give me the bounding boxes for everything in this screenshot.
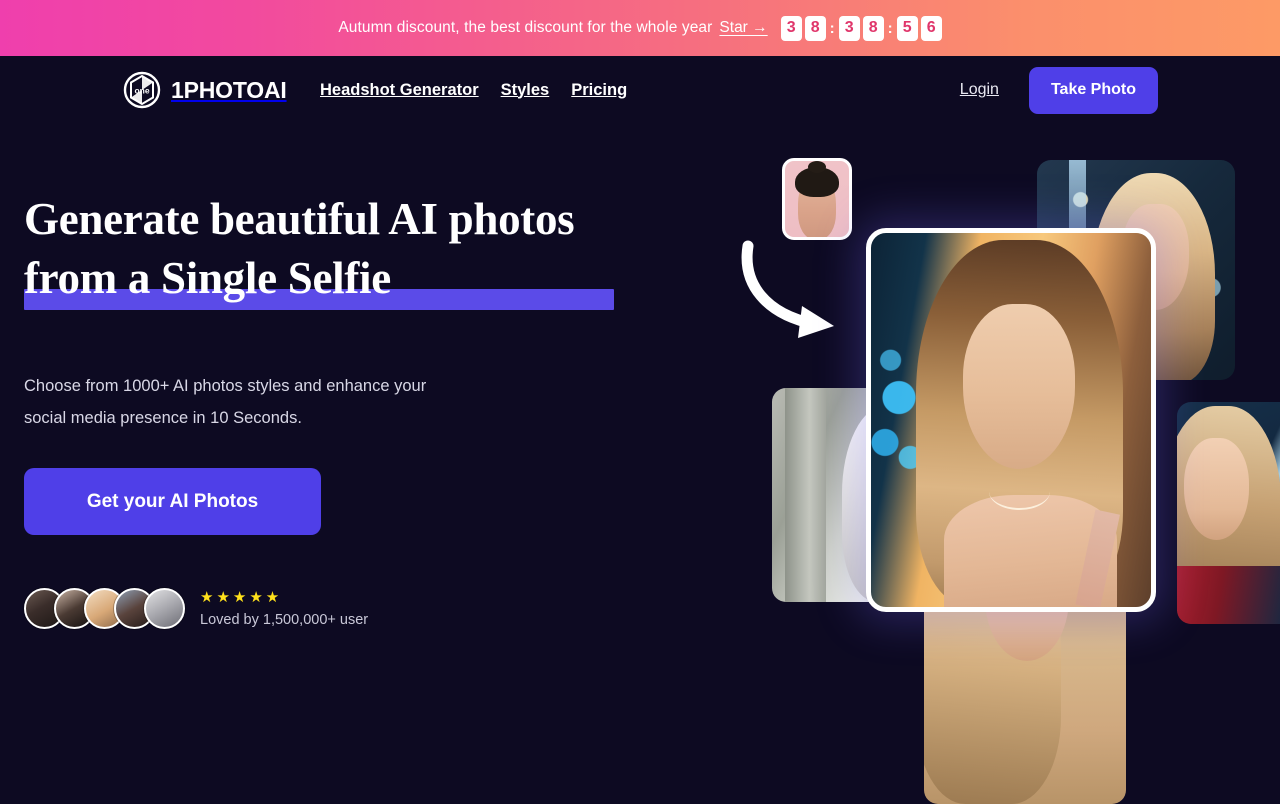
generated-photo-main[interactable] bbox=[866, 228, 1156, 612]
timer-digit: 6 bbox=[920, 15, 942, 41]
generated-photo-right[interactable] bbox=[1177, 402, 1280, 624]
promo-star-link[interactable]: Star → bbox=[719, 19, 767, 37]
page-title: Generate beautiful AI photos from a Sing… bbox=[24, 190, 684, 308]
timer-digit: 5 bbox=[896, 15, 918, 41]
take-photo-button[interactable]: Take Photo bbox=[1028, 66, 1158, 114]
timer-digit: 8 bbox=[804, 15, 826, 41]
countdown-timer: 3 8 : 3 8 : 5 6 bbox=[780, 15, 942, 41]
nav-actions: Login Take Photo bbox=[960, 66, 1158, 114]
loved-by-text: Loved by 1,500,000+ user bbox=[200, 612, 369, 628]
selfie-bun-shape bbox=[808, 161, 826, 173]
photo-dress-shape bbox=[1177, 566, 1280, 624]
timer-digit: 3 bbox=[838, 15, 860, 41]
avatar-group bbox=[24, 588, 185, 629]
nav-link-styles[interactable]: Styles bbox=[501, 81, 550, 100]
brand-name: 1PHOTOAI bbox=[171, 76, 287, 103]
promo-text: Autumn discount, the best discount for t… bbox=[338, 19, 713, 36]
subtitle-line-1: Choose from 1000+ AI photos styles and e… bbox=[24, 377, 427, 395]
main-navbar: one 1PHOTOAI Headshot Generator Styles P… bbox=[0, 56, 1280, 124]
avatar bbox=[144, 588, 185, 629]
timer-hours: 3 8 bbox=[780, 15, 826, 41]
photo-face-shape bbox=[963, 304, 1076, 469]
login-link[interactable]: Login bbox=[960, 81, 999, 99]
promo-banner: Autumn discount, the best discount for t… bbox=[0, 0, 1280, 56]
timer-separator: : bbox=[887, 19, 893, 37]
hero-subtitle: Choose from 1000+ AI photos styles and e… bbox=[24, 370, 564, 434]
promo-banner-content: Autumn discount, the best discount for t… bbox=[338, 15, 942, 41]
brand-logo[interactable]: one 1PHOTOAI bbox=[122, 70, 287, 110]
timer-minutes: 3 8 bbox=[838, 15, 884, 41]
hero-photo-collage bbox=[700, 124, 1280, 804]
timer-digit: 8 bbox=[862, 15, 884, 41]
svg-text:one: one bbox=[134, 86, 149, 96]
input-selfie-thumbnail[interactable] bbox=[782, 158, 852, 240]
nav-link-headshot-generator[interactable]: Headshot Generator bbox=[320, 81, 479, 100]
hero-copy: Generate beautiful AI photos from a Sing… bbox=[24, 190, 684, 308]
nav-links: Headshot Generator Styles Pricing bbox=[320, 81, 627, 100]
subtitle-line-2: social media presence in 10 Seconds. bbox=[24, 409, 302, 427]
headline-line-2: from a Single Selfie bbox=[24, 253, 391, 303]
timer-seconds: 5 6 bbox=[896, 15, 942, 41]
get-your-ai-photos-button[interactable]: Get your AI Photos bbox=[24, 468, 321, 535]
headline-line-1: Generate beautiful AI photos bbox=[24, 194, 575, 244]
aperture-icon: one bbox=[122, 70, 162, 110]
star-rating-icon: ★★★★★ bbox=[200, 589, 283, 606]
timer-digit: 3 bbox=[780, 15, 802, 41]
curved-arrow-icon bbox=[741, 240, 834, 338]
photo-necklace-shape bbox=[988, 472, 1051, 510]
social-proof: ★★★★★ Loved by 1,500,000+ user bbox=[24, 588, 368, 629]
photo-face-shape bbox=[1184, 437, 1249, 540]
timer-separator: : bbox=[829, 19, 835, 37]
nav-link-pricing[interactable]: Pricing bbox=[571, 81, 627, 100]
rating-block: ★★★★★ Loved by 1,500,000+ user bbox=[200, 589, 368, 628]
photo-column-shape bbox=[784, 388, 827, 602]
